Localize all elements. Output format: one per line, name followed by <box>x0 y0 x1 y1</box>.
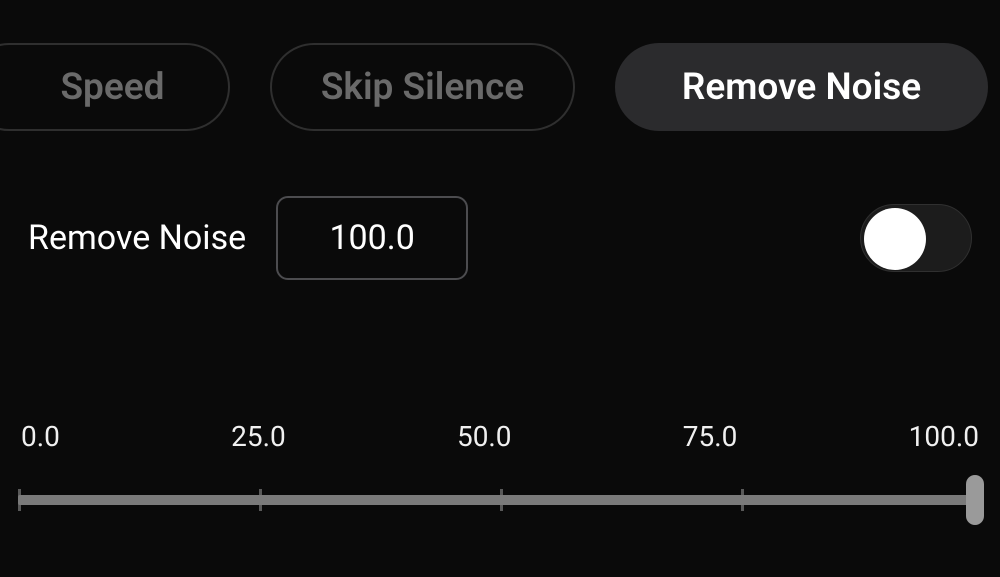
tab-speed[interactable]: Speed <box>0 43 230 131</box>
slider[interactable] <box>18 469 982 539</box>
toggle-thumb <box>864 208 926 270</box>
slider-tick-label: 100.0 <box>909 420 979 453</box>
remove-noise-value-input[interactable]: 100.0 <box>276 196 468 280</box>
tab-skip-silence[interactable]: Skip Silence <box>270 43 575 131</box>
slider-track <box>18 495 982 505</box>
slider-tick-labels: 0.0 25.0 50.0 75.0 100.0 <box>18 420 982 453</box>
slider-tick-label: 25.0 <box>231 420 286 453</box>
tabs-row: Speed Skip Silence Remove Noise <box>0 0 1000 131</box>
remove-noise-label: Remove Noise <box>28 218 246 258</box>
tab-remove-noise[interactable]: Remove Noise <box>615 43 988 131</box>
slider-tick-label: 0.0 <box>21 420 60 453</box>
slider-handle[interactable] <box>966 475 984 525</box>
remove-noise-toggle[interactable] <box>860 204 972 272</box>
slider-tick-label: 50.0 <box>457 420 512 453</box>
control-row: Remove Noise 100.0 <box>0 131 1000 280</box>
slider-tick-label: 75.0 <box>683 420 738 453</box>
slider-section: 0.0 25.0 50.0 75.0 100.0 <box>0 280 1000 539</box>
